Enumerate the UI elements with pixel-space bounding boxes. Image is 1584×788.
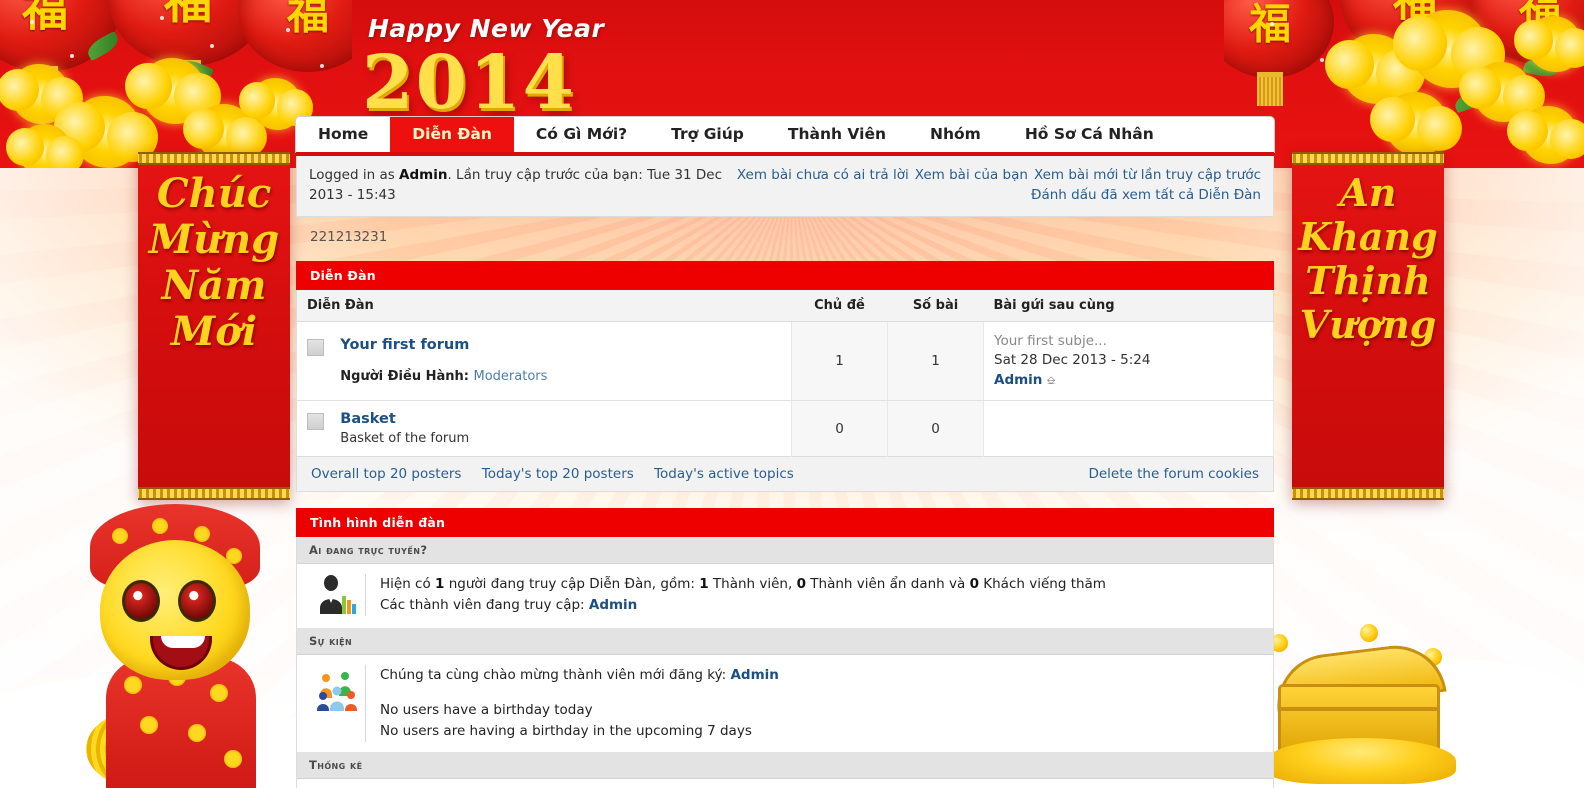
forum-cell-last-post: Your first subje... Sat 28 Dec 2013 - 5:… bbox=[983, 321, 1274, 402]
col-header-topics: Chủ đề bbox=[791, 289, 888, 322]
col-header-forum: Diễn Đàn bbox=[296, 289, 792, 322]
online-users-icon bbox=[309, 574, 365, 618]
newest-member-link[interactable]: Admin bbox=[730, 667, 778, 683]
forum-category-header: Diễn Đàn bbox=[296, 260, 1274, 290]
last-post-subject[interactable]: Your first subje... bbox=[994, 332, 1263, 352]
apricot-blossom-icon bbox=[238, 78, 314, 130]
scroll-word: Thịnh bbox=[1305, 258, 1431, 303]
forum-status-icon bbox=[307, 413, 324, 431]
forum-content: Home Diễn Đàn Có Gì Mới? Trợ Giúp Thành … bbox=[296, 117, 1274, 788]
nav-tab-dien-dan[interactable]: Diễn Đàn bbox=[390, 117, 514, 152]
apricot-blossom-icon bbox=[1507, 106, 1584, 164]
last-post-date: Sat 28 Dec 2013 - 5:24 bbox=[994, 352, 1151, 369]
nav-tab-nhom[interactable]: Nhóm bbox=[908, 117, 1003, 152]
page-root: 福 福 福 福 福 福 Happy New Year 2014 Chúc Mừn… bbox=[0, 0, 1584, 788]
events-row: Chúng ta cùng chào mừng thành viên mới đ… bbox=[297, 655, 1273, 752]
scroll-word: Khang bbox=[1298, 214, 1438, 259]
table-row: Your first forum Người Điều Hành: Modera… bbox=[296, 321, 1274, 402]
col-header-last-post: Bài gứi sau cùng bbox=[983, 289, 1274, 322]
apricot-blossom-icon bbox=[1513, 16, 1584, 72]
goto-last-post-icon[interactable]: ⎒ bbox=[1047, 374, 1056, 387]
login-status-text: Logged in as Admin. Lần truy cập trước c… bbox=[309, 167, 723, 204]
statistics-row: Số người truy cập cùng lúc nhiều nhất là… bbox=[297, 779, 1273, 788]
treasure-chest-illustration bbox=[1264, 624, 1464, 784]
link-delete-cookies[interactable]: Delete the forum cookies bbox=[1088, 466, 1259, 482]
lantern-icon: 福 bbox=[238, 0, 352, 72]
scroll-word: An bbox=[1339, 170, 1397, 215]
scroll-word: Chúc bbox=[156, 170, 272, 217]
apricot-blossom-icon bbox=[1369, 92, 1463, 156]
scroll-word: Vượng bbox=[1299, 302, 1437, 347]
lantern-icon: 福 bbox=[1224, 0, 1334, 106]
scroll-rod bbox=[1292, 487, 1444, 500]
forum-description: Basket of the forum bbox=[340, 431, 470, 447]
snake-mascot-illustration bbox=[60, 488, 290, 788]
scroll-word: Năm bbox=[161, 262, 267, 309]
subheader-statistics: Thống kê bbox=[297, 751, 1273, 779]
stray-number-text: 221213231 bbox=[310, 228, 388, 245]
nav-tab-ho-so-ca-nhan[interactable]: Hồ Sơ Cá Nhân bbox=[1003, 117, 1176, 152]
scroll-banner-right: An Khang Thịnh Vượng bbox=[1292, 152, 1444, 500]
forum-cell-name: Your first forum Người Điều Hành: Modera… bbox=[296, 321, 792, 402]
link-today-top-posters[interactable]: Today's top 20 posters bbox=[482, 466, 634, 482]
link-mark-all-read[interactable]: Đánh dấu đã xem tất cả Diễn Đàn bbox=[1031, 187, 1261, 203]
link-overall-top-posters[interactable]: Overall top 20 posters bbox=[311, 466, 461, 482]
forum-cell-last-post bbox=[983, 400, 1274, 457]
link-unanswered-posts[interactable]: Xem bài chưa có ai trả lời bbox=[737, 167, 909, 183]
birthday-upcoming-text: No users are having a birthday in the up… bbox=[380, 723, 752, 740]
link-new-posts-since-last-visit[interactable]: Xem bài mới từ lần truy cập trước bbox=[1034, 167, 1261, 183]
quick-links: Xem bài chưa có ai trả lời Xem bài của bạ… bbox=[731, 165, 1261, 206]
main-navigation: Home Diễn Đàn Có Gì Mới? Trợ Giúp Thành … bbox=[296, 117, 1274, 152]
online-member-link[interactable]: Admin bbox=[589, 597, 637, 613]
nav-tab-tro-giup[interactable]: Trợ Giúp bbox=[649, 117, 766, 152]
events-text: Chúng ta cùng chào mừng thành viên mới đ… bbox=[365, 665, 1261, 742]
scroll-word: Mừng bbox=[148, 216, 280, 263]
nav-tab-co-gi-moi[interactable]: Có Gì Mới? bbox=[514, 117, 649, 152]
forum-links-right: Delete the forum cookies bbox=[1088, 466, 1259, 482]
forum-table: Diễn Đàn Chủ đề Số bài Bài gứi sau cùng … bbox=[296, 289, 1274, 458]
birthday-today-text: No users have a birthday today bbox=[380, 702, 593, 719]
last-post-author[interactable]: Admin bbox=[994, 372, 1042, 388]
logged-in-username: Admin bbox=[399, 167, 448, 183]
forum-cell-name: Basket Basket of the forum bbox=[296, 400, 792, 457]
scroll-banner-left: Chúc Mừng Năm Mới bbox=[138, 152, 290, 500]
forum-cell-topics: 1 bbox=[791, 321, 888, 402]
forum-link-basket[interactable]: Basket bbox=[340, 411, 396, 427]
forum-table-header-row: Diễn Đàn Chủ đề Số bài Bài gứi sau cùng bbox=[296, 289, 1274, 322]
scroll-rod bbox=[138, 152, 290, 165]
forum-cell-posts: 0 bbox=[887, 400, 984, 457]
stats-category-header: Tình hình diễn đàn bbox=[296, 508, 1274, 538]
subheader-who-is-online: Ai đang trực tuyến? bbox=[297, 537, 1273, 565]
corner-art-right: 福 福 福 bbox=[1224, 0, 1584, 168]
login-status-bar: Logged in as Admin. Lần truy cập trước c… bbox=[296, 156, 1274, 217]
greeting-text: Happy New Year bbox=[368, 14, 605, 43]
link-your-posts[interactable]: Xem bài của bạn bbox=[915, 167, 1028, 183]
forum-links-left: Overall top 20 posters Today's top 20 po… bbox=[311, 466, 810, 482]
events-people-circle-icon bbox=[309, 665, 365, 712]
forum-cell-posts: 1 bbox=[887, 321, 984, 402]
forum-status-icon bbox=[307, 339, 324, 357]
nav-tab-thanh-vien[interactable]: Thành Viên bbox=[766, 117, 908, 152]
events-spacer bbox=[380, 686, 1261, 700]
year-text: 2014 bbox=[362, 40, 576, 126]
statistics-panel: Ai đang trực tuyến? Hiện có 1 người đang… bbox=[296, 537, 1274, 788]
who-is-online-row: Hiện có 1 người đang truy cập Diễn Đàn, … bbox=[297, 564, 1273, 628]
link-today-active-topics[interactable]: Today's active topics bbox=[654, 466, 794, 482]
forum-cell-topics: 0 bbox=[791, 400, 888, 457]
subheader-events: Sự kiện bbox=[297, 628, 1273, 656]
forum-links-bar: Overall top 20 posters Today's top 20 po… bbox=[296, 457, 1274, 493]
lantern-tassel bbox=[1257, 72, 1283, 106]
table-row: Basket Basket of the forum 0 0 bbox=[296, 400, 1274, 457]
nav-tab-home[interactable]: Home bbox=[296, 117, 390, 152]
scroll-rod bbox=[1292, 152, 1444, 165]
moderators-link[interactable]: Moderators bbox=[474, 369, 548, 384]
who-is-online-text: Hiện có 1 người đang truy cập Diễn Đàn, … bbox=[365, 574, 1261, 617]
col-header-posts: Số bài bbox=[887, 289, 984, 322]
forum-moderators: Người Điều Hành: Moderators bbox=[340, 369, 548, 385]
scroll-word: Mới bbox=[170, 308, 258, 355]
forum-link-your-first-forum[interactable]: Your first forum bbox=[340, 337, 469, 353]
